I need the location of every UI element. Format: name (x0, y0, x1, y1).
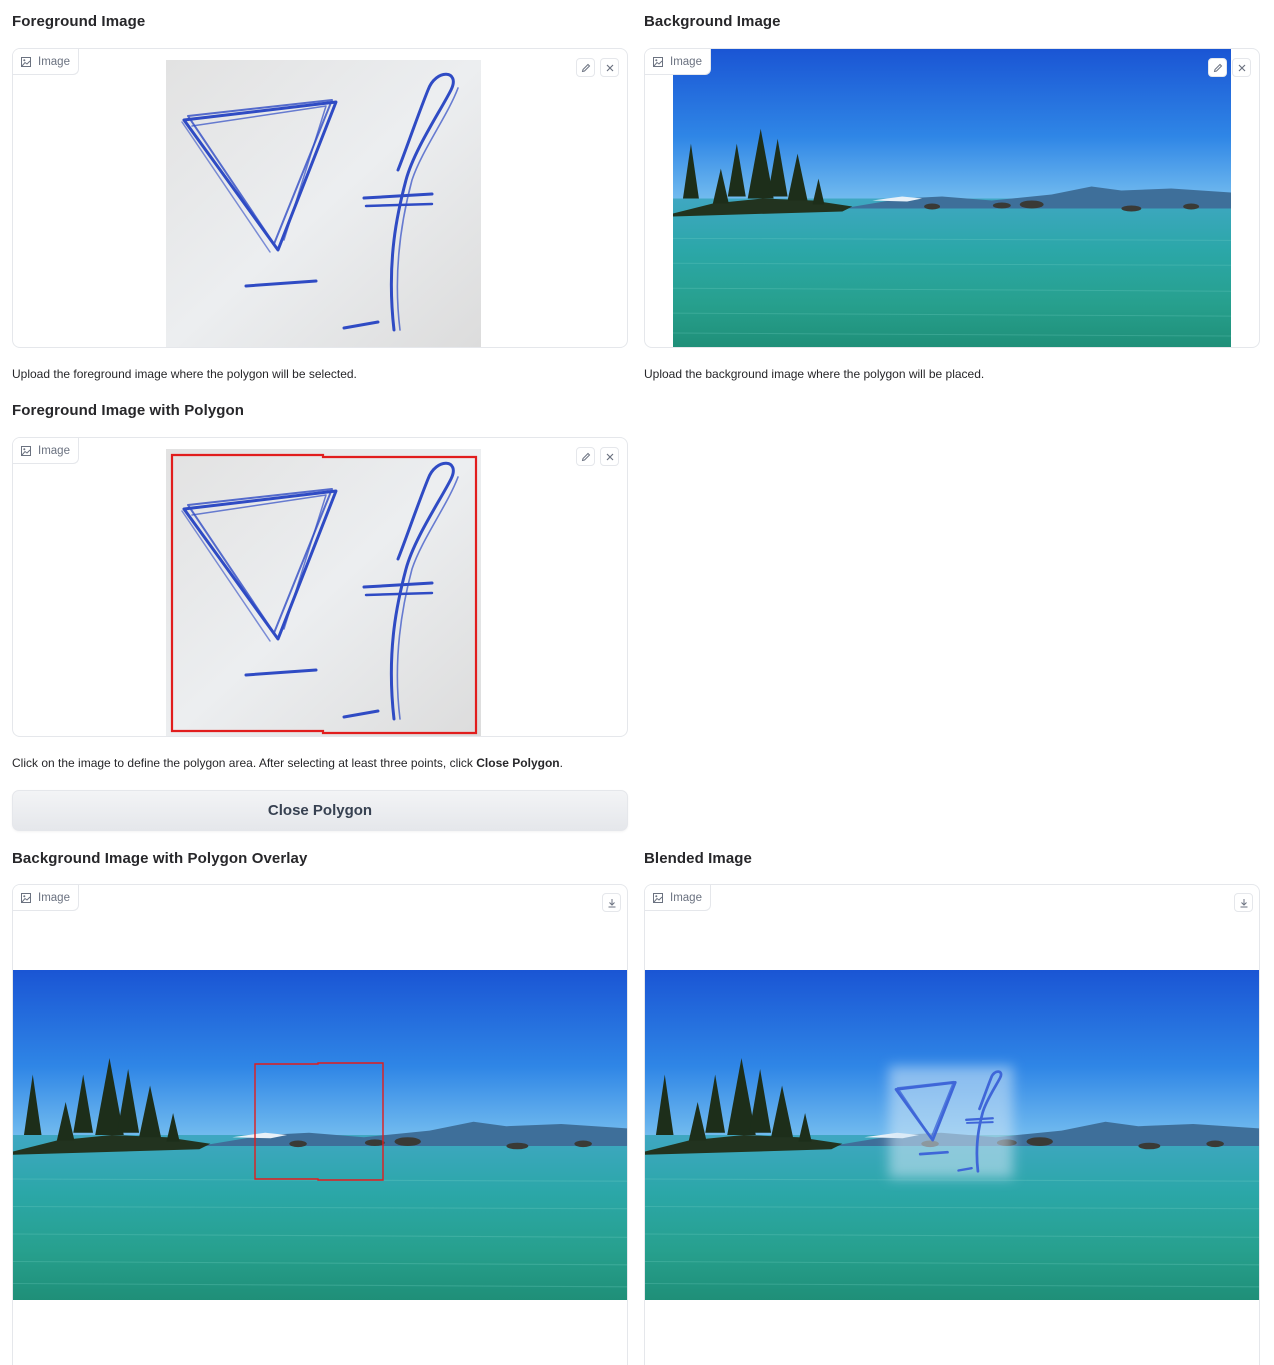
close-icon (606, 453, 613, 460)
background-image-tag: Image (645, 49, 711, 75)
background-image-panel[interactable]: Image (644, 48, 1260, 348)
polygon-image-tag-label: Image (38, 444, 70, 457)
edit-button[interactable] (1208, 58, 1227, 77)
clear-button[interactable] (600, 447, 619, 466)
foreground-image-tag-label: Image (38, 55, 70, 68)
blended-lake-image (645, 970, 1259, 1300)
background-info: Upload the background image where the po… (644, 367, 985, 381)
image-icon (21, 56, 31, 67)
blended-image-panel[interactable]: Image (644, 884, 1260, 1365)
download-icon (1240, 898, 1247, 907)
polygon-drawing-image[interactable] (166, 449, 481, 737)
polygon-info-text: Click on the image to define the polygon… (12, 756, 477, 770)
polygon-info-suffix: . (559, 756, 563, 770)
clear-button[interactable] (600, 58, 619, 77)
edit-icon (581, 452, 590, 461)
edit-button[interactable] (576, 447, 595, 466)
download-button[interactable] (602, 893, 621, 912)
close-icon (606, 64, 613, 71)
overlay-lake-image (13, 970, 627, 1300)
edit-button[interactable] (576, 58, 595, 77)
background-image-tag-label: Image (670, 55, 702, 68)
edit-icon (1213, 63, 1222, 72)
overlay-title: Background Image with Polygon Overlay (12, 850, 308, 867)
foreground-image-tag: Image (13, 49, 79, 75)
close-polygon-button[interactable]: Close Polygon (12, 790, 628, 831)
blended-image-tag-label: Image (670, 891, 702, 904)
overlay-image-tag-label: Image (38, 891, 70, 904)
polygon-image-tag: Image (13, 438, 79, 464)
polygon-info: Click on the image to define the polygon… (12, 756, 563, 770)
polygon-title: Foreground Image with Polygon (12, 402, 245, 419)
download-icon (608, 898, 615, 907)
foreground-info: Upload the foreground image where the po… (12, 367, 357, 381)
overlay-image-tag: Image (13, 885, 79, 911)
polygon-info-bold: Close Polygon (476, 756, 560, 770)
image-icon (653, 56, 663, 67)
background-title: Background Image (644, 13, 781, 30)
clear-button[interactable] (1232, 58, 1251, 77)
polygon-image-panel[interactable]: Image (12, 437, 628, 737)
image-icon (21, 445, 31, 456)
edit-icon (581, 63, 590, 72)
blended-image-tag: Image (645, 885, 711, 911)
overlay-image-panel[interactable]: Image (12, 884, 628, 1365)
background-lake-image (673, 49, 1231, 347)
download-button[interactable] (1234, 893, 1253, 912)
close-icon (1238, 64, 1245, 71)
image-icon (21, 892, 31, 903)
foreground-image-panel[interactable]: Image (12, 48, 628, 348)
image-icon (653, 892, 663, 903)
foreground-drawing-image (166, 60, 481, 347)
blended-title: Blended Image (644, 850, 752, 867)
foreground-title: Foreground Image (12, 13, 146, 30)
